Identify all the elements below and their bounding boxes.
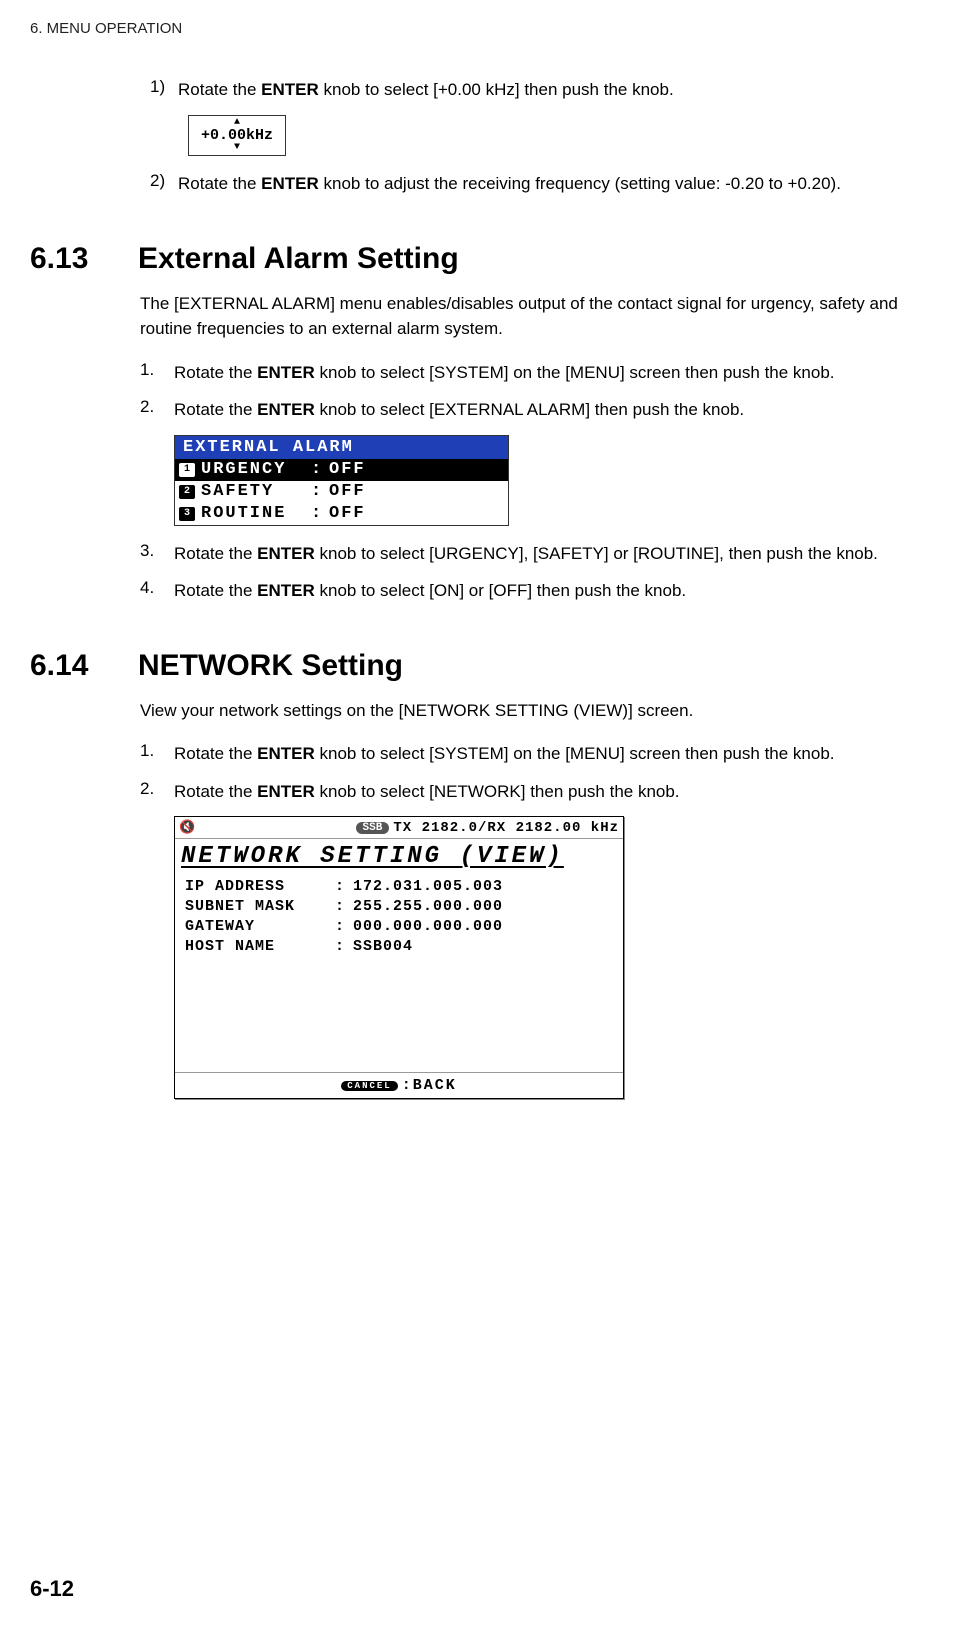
enter-bold: ENTER xyxy=(257,400,315,419)
section-title: External Alarm Setting xyxy=(138,242,459,275)
network-setting-box: 🔇 SSB TX 2182.0/RX 2182.00 kHz NETWORK S… xyxy=(174,816,624,1099)
text: Rotate the xyxy=(178,174,261,193)
enter-bold: ENTER xyxy=(257,544,315,563)
row-value: OFF xyxy=(329,482,366,501)
network-statusbar: 🔇 SSB TX 2182.0/RX 2182.00 kHz xyxy=(175,817,623,839)
step-6-13-1: 1. Rotate the ENTER knob to select [SYST… xyxy=(140,360,899,386)
network-box-footer: CANCEL :BACK xyxy=(175,1072,623,1098)
substep-1: 1) Rotate the ENTER knob to select [+0.0… xyxy=(150,77,899,103)
substep-num: 1) xyxy=(150,77,178,103)
text: knob to select [NETWORK] then push the k… xyxy=(315,782,680,801)
network-row-gateway: GATEWAY : 000.000.000.000 xyxy=(185,918,613,938)
colon: : xyxy=(311,504,329,523)
row-value: OFF xyxy=(329,460,366,479)
step-num: 2. xyxy=(140,397,174,423)
step-num: 3. xyxy=(140,541,174,567)
row-index-icon: 1 xyxy=(179,463,195,477)
text: Rotate the xyxy=(174,581,257,600)
colon: : xyxy=(335,938,353,958)
row-value: SSB004 xyxy=(353,938,413,958)
section-num: 6.14 xyxy=(30,649,138,683)
text: knob to adjust the receiving frequency (… xyxy=(319,174,841,193)
ssb-badge: SSB xyxy=(356,822,390,834)
text: knob to select [SYSTEM] on the [MENU] sc… xyxy=(315,744,835,763)
enter-bold: ENTER xyxy=(261,80,319,99)
row-label: ROUTINE xyxy=(201,504,311,523)
section-num: 6.13 xyxy=(30,242,138,276)
row-index-icon: 2 xyxy=(179,485,195,499)
row-value: OFF xyxy=(329,504,366,523)
text: Rotate the xyxy=(174,782,257,801)
external-alarm-row-routine: 3 ROUTINE : OFF xyxy=(175,503,508,525)
text: Rotate the xyxy=(178,80,261,99)
step-num: 2. xyxy=(140,779,174,805)
enter-bold: ENTER xyxy=(257,581,315,600)
enter-bold: ENTER xyxy=(257,782,315,801)
step-6-13-2: 2. Rotate the ENTER knob to select [EXTE… xyxy=(140,397,899,423)
external-alarm-row-safety: 2 SAFETY : OFF xyxy=(175,481,508,503)
khz-adjust-box: ▲ +0.00kHz ▼ xyxy=(188,115,286,157)
text: knob to select [ON] or [OFF] then push t… xyxy=(315,581,686,600)
back-label: :BACK xyxy=(402,1077,457,1094)
text: Rotate the xyxy=(174,544,257,563)
section-6-13-heading: 6.13External Alarm Setting xyxy=(30,242,899,276)
network-box-title: NETWORK SETTING (VIEW) xyxy=(175,839,623,872)
colon: : xyxy=(335,918,353,938)
text: knob to select [SYSTEM] on the [MENU] sc… xyxy=(315,363,835,382)
colon: : xyxy=(335,878,353,898)
substep-num: 2) xyxy=(150,171,178,197)
external-alarm-title: EXTERNAL ALARM xyxy=(175,436,508,459)
page-number: 6-12 xyxy=(30,1576,74,1602)
step-num: 1. xyxy=(140,360,174,386)
row-value: 000.000.000.000 xyxy=(353,918,503,938)
external-alarm-row-urgency: 1 URGENCY : OFF xyxy=(175,459,508,481)
khz-value: +0.00kHz xyxy=(189,128,285,144)
step-6-14-1: 1. Rotate the ENTER knob to select [SYST… xyxy=(140,741,899,767)
row-key: IP ADDRESS xyxy=(185,878,335,898)
text: knob to select [EXTERNAL ALARM] then pus… xyxy=(315,400,744,419)
text: Rotate the xyxy=(174,400,257,419)
colon: : xyxy=(311,460,329,479)
step-6-13-3: 3. Rotate the ENTER knob to select [URGE… xyxy=(140,541,899,567)
section-6-14-heading: 6.14NETWORK Setting xyxy=(30,649,899,683)
step-6-14-2: 2. Rotate the ENTER knob to select [NETW… xyxy=(140,779,899,805)
text: knob to select [URGENCY], [SAFETY] or [R… xyxy=(315,544,878,563)
row-value: 255.255.000.000 xyxy=(353,898,503,918)
row-index-icon: 3 xyxy=(179,507,195,521)
network-box-body: IP ADDRESS : 172.031.005.003 SUBNET MASK… xyxy=(175,872,623,1072)
row-label: SAFETY xyxy=(201,482,311,501)
enter-bold: ENTER xyxy=(257,744,315,763)
arrow-down-icon: ▼ xyxy=(189,143,285,153)
step-num: 4. xyxy=(140,578,174,604)
row-key: HOST NAME xyxy=(185,938,335,958)
text: Rotate the xyxy=(174,363,257,382)
section-6-13-intro: The [EXTERNAL ALARM] menu enables/disabl… xyxy=(140,291,899,342)
section-6-14-intro: View your network settings on the [NETWO… xyxy=(140,698,899,724)
row-key: GATEWAY xyxy=(185,918,335,938)
row-key: SUBNET MASK xyxy=(185,898,335,918)
row-label: URGENCY xyxy=(201,460,311,479)
text: Rotate the xyxy=(174,744,257,763)
enter-bold: ENTER xyxy=(261,174,319,193)
network-row-subnet: SUBNET MASK : 255.255.000.000 xyxy=(185,898,613,918)
page-header: 6. MENU OPERATION xyxy=(30,20,899,37)
colon: : xyxy=(335,898,353,918)
speaker-mute-icon: 🔇 xyxy=(179,820,195,835)
cancel-button-icon: CANCEL xyxy=(341,1081,397,1091)
section-title: NETWORK Setting xyxy=(138,649,403,682)
network-row-ip: IP ADDRESS : 172.031.005.003 xyxy=(185,878,613,898)
external-alarm-box: EXTERNAL ALARM 1 URGENCY : OFF 2 SAFETY … xyxy=(174,435,509,526)
colon: : xyxy=(311,482,329,501)
arrow-up-icon: ▲ xyxy=(189,118,285,128)
network-row-host: HOST NAME : SSB004 xyxy=(185,938,613,958)
step-num: 1. xyxy=(140,741,174,767)
row-value: 172.031.005.003 xyxy=(353,878,503,898)
step-6-13-4: 4. Rotate the ENTER knob to select [ON] … xyxy=(140,578,899,604)
text: knob to select [+0.00 kHz] then push the… xyxy=(319,80,674,99)
enter-bold: ENTER xyxy=(257,363,315,382)
frequency-readout: TX 2182.0/RX 2182.00 kHz xyxy=(393,820,619,836)
substep-2: 2) Rotate the ENTER knob to adjust the r… xyxy=(150,171,899,197)
